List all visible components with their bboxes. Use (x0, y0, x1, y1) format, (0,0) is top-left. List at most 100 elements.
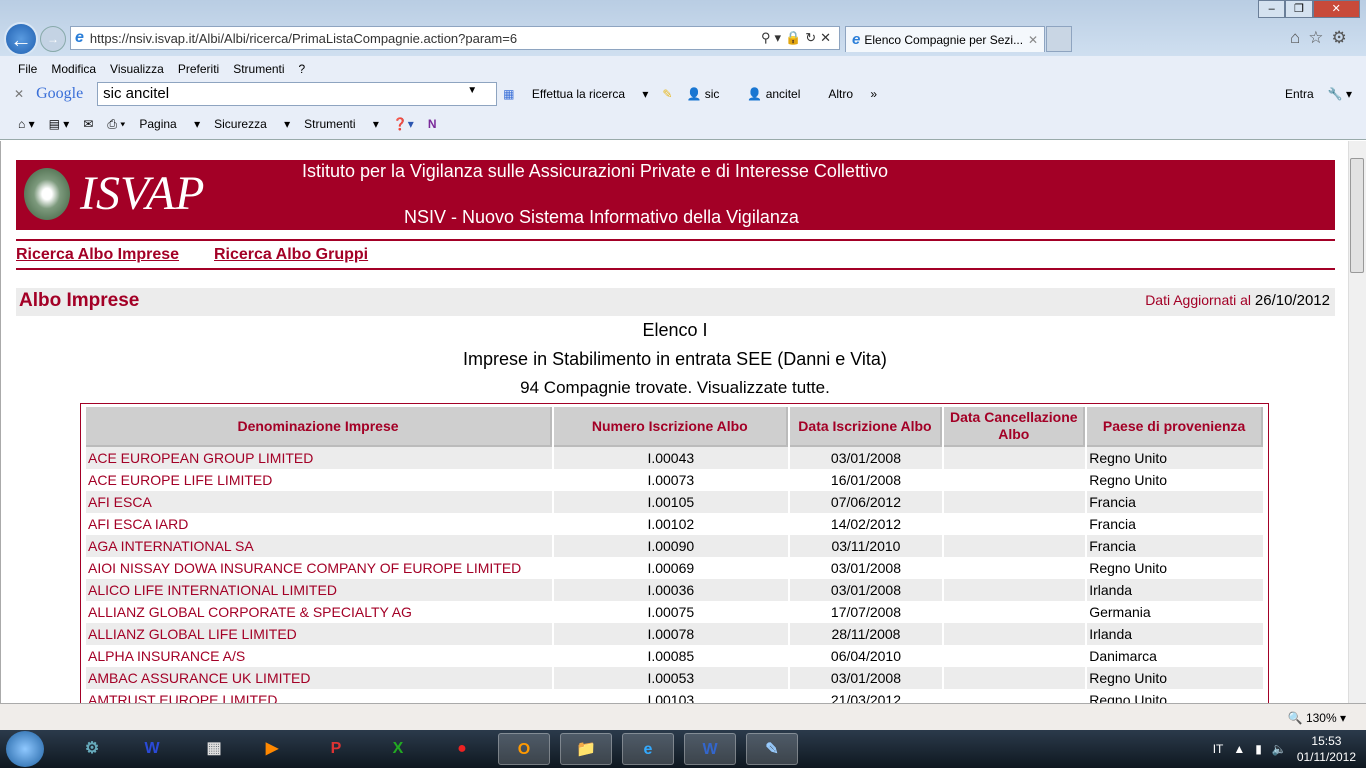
browser-titlebar: ← → e https://nsiv.isvap.it/Albi/Albi/ri… (0, 0, 1366, 56)
google-search-input[interactable]: sic ancitel ▼ (97, 82, 498, 106)
network-icon[interactable]: ▮ (1255, 742, 1262, 756)
link-ricerca-albo-imprese[interactable]: Ricerca Albo Imprese (16, 246, 179, 264)
table-cell: Regno Unito (1089, 472, 1168, 488)
menu-help[interactable]: ? (299, 62, 306, 76)
paint-icon[interactable]: ✎ (746, 733, 798, 765)
explorer-icon[interactable]: 📁 (560, 733, 612, 765)
close-window-button[interactable]: ✕ (1312, 0, 1360, 18)
company-link[interactable]: AIOI NISSAY DOWA INSURANCE COMPANY OF EU… (86, 557, 552, 579)
menu-visualizza[interactable]: Visualizza (110, 62, 164, 76)
signin-button[interactable]: Entra (1285, 87, 1314, 101)
bookmark-sic[interactable]: 👤 sic (686, 87, 733, 101)
table-cell: Danimarca (1089, 648, 1157, 664)
table-cell: 14/02/2012 (830, 516, 901, 532)
company-link[interactable]: ALLIANZ GLOBAL LIFE LIMITED (86, 623, 553, 645)
link-ricerca-albo-gruppi[interactable]: Ricerca Albo Gruppi (214, 246, 368, 264)
word-icon[interactable]: W (126, 733, 178, 765)
media-player-icon[interactable]: ▶ (246, 733, 298, 765)
table-cell (944, 667, 1086, 689)
menu-pagina[interactable]: Pagina ▾ (139, 117, 200, 131)
status-bar: 🔍 130% ▾ (0, 703, 1366, 730)
internet-explorer-icon[interactable]: e (622, 733, 674, 765)
minimize-button[interactable]: – (1258, 0, 1286, 18)
company-link[interactable]: ALPHA INSURANCE A/S (86, 645, 552, 667)
address-bar[interactable]: e https://nsiv.isvap.it/Albi/Albi/ricerc… (70, 26, 840, 50)
emblem-icon (24, 168, 70, 220)
volume-icon[interactable]: 🔈 (1272, 742, 1287, 756)
company-link[interactable]: ACE EUROPEAN GROUP LIMITED (86, 447, 553, 469)
powerpoint-icon[interactable]: P (310, 733, 362, 765)
highlight-icon[interactable]: ✎ (662, 87, 672, 101)
column-header: Paese di provenienza (1087, 407, 1263, 447)
menu-strumenti-cmd[interactable]: Strumenti ▾ (304, 117, 379, 131)
command-bar: ⌂ ▾ ▤ ▾ ✉ ⎙ ▾ Pagina ▾ Sicurezza ▾ Strum… (18, 111, 451, 137)
divider (16, 239, 1335, 241)
show-hidden-icons[interactable]: ▲ (1233, 742, 1245, 756)
table-cell: I.00036 (554, 579, 788, 601)
menu-modifica[interactable]: Modifica (51, 62, 96, 76)
mail-icon[interactable]: ✉ (83, 117, 93, 131)
word-doc-icon[interactable]: W (684, 733, 736, 765)
company-link[interactable]: AGA INTERNATIONAL SA (86, 535, 553, 557)
star-icon[interactable]: ☆ (1308, 28, 1331, 47)
home-icon[interactable]: ⌂ (1290, 28, 1308, 47)
table-cell: 03/01/2008 (830, 560, 901, 576)
company-link[interactable]: ALLIANZ GLOBAL CORPORATE & SPECIALTY AG (86, 601, 552, 623)
table-cell: I.00090 (554, 535, 788, 557)
home-icon[interactable]: ⌂ ▾ (18, 117, 35, 131)
isvap-logo: ISVAP (80, 167, 205, 220)
forward-button[interactable]: → (40, 26, 66, 52)
address-controls-icon[interactable]: ⚲▾🔒↻✕ (761, 30, 839, 46)
table-cell: Regno Unito (1089, 560, 1168, 576)
close-tab-icon[interactable]: ✕ (1028, 33, 1038, 47)
menu-preferiti[interactable]: Preferiti (178, 62, 219, 76)
url-text: https://nsiv.isvap.it/Albi/Albi/ricerca/… (89, 30, 518, 46)
more-button[interactable]: Altro » (828, 87, 877, 101)
calendar-icon[interactable]: ▦ (188, 733, 240, 765)
alice-icon[interactable]: ● (436, 733, 488, 765)
company-link[interactable]: ACE EUROPE LIFE LIMITED (86, 469, 552, 491)
menu-strumenti[interactable]: Strumenti (233, 62, 284, 76)
help-icon[interactable]: ❓▾ (393, 117, 414, 131)
company-link[interactable]: AFI ESCA (86, 491, 553, 513)
zoom-control[interactable]: 🔍 130% ▾ (1288, 711, 1346, 725)
cmd-label: Strumenti (304, 117, 356, 131)
ie-icon: e (852, 31, 861, 48)
bookmark-ancitel[interactable]: 👤 ancitel (747, 87, 814, 101)
maximize-button[interactable]: ❐ (1285, 0, 1313, 18)
cmd-label: Sicurezza (214, 117, 267, 131)
close-toolbar-icon[interactable]: ✕ (14, 87, 24, 101)
menu-file[interactable]: File (18, 62, 37, 76)
table-cell (944, 579, 1086, 601)
language-indicator[interactable]: IT (1213, 742, 1224, 756)
section-title: Albo Imprese (19, 290, 140, 311)
new-tab-button[interactable] (1046, 26, 1072, 52)
table-cell: 16/01/2008 (830, 472, 901, 488)
cmd-label: Pagina (139, 117, 177, 131)
company-link[interactable]: ALICO LIFE INTERNATIONAL LIMITED (86, 579, 553, 601)
taskbar-app-icon[interactable]: ⚙ (66, 733, 118, 765)
wrench-icon[interactable]: 🔧 ▾ (1328, 87, 1352, 101)
onenote-icon[interactable]: N (428, 117, 437, 131)
back-button[interactable]: ← (4, 22, 38, 56)
company-link[interactable]: AMTRUST EUROPE LIMITED (86, 689, 552, 703)
outlook-icon[interactable]: O (498, 733, 550, 765)
menu-sicurezza[interactable]: Sicurezza ▾ (214, 117, 290, 131)
excel-icon[interactable]: X (372, 733, 424, 765)
clock[interactable]: 15:53 01/11/2012 (1297, 733, 1356, 765)
google-search-button[interactable]: ▦ Effettua la ricerca ▾ (503, 87, 648, 101)
table-cell (944, 491, 1086, 513)
feed-icon[interactable]: ▤ ▾ (49, 117, 70, 131)
table-cell: I.00103 (647, 692, 695, 703)
company-link[interactable]: AMBAC ASSURANCE UK LIMITED (86, 667, 553, 689)
browser-tab[interactable]: e Elenco Compagnie per Sezi... ✕ (845, 26, 1045, 52)
table-cell (944, 447, 1086, 469)
table-cell: 17/07/2008 (830, 604, 901, 620)
company-link[interactable]: AFI ESCA IARD (86, 513, 552, 535)
window-controls: – ❐ ✕ (1258, 0, 1360, 18)
print-icon[interactable]: ⎙ ▾ (107, 117, 125, 132)
start-button[interactable] (6, 731, 44, 767)
updated-label: Dati Aggiornati al (1145, 292, 1252, 308)
scrollbar-thumb[interactable] (1350, 158, 1364, 273)
gear-icon[interactable]: ⚙ (1332, 28, 1355, 47)
